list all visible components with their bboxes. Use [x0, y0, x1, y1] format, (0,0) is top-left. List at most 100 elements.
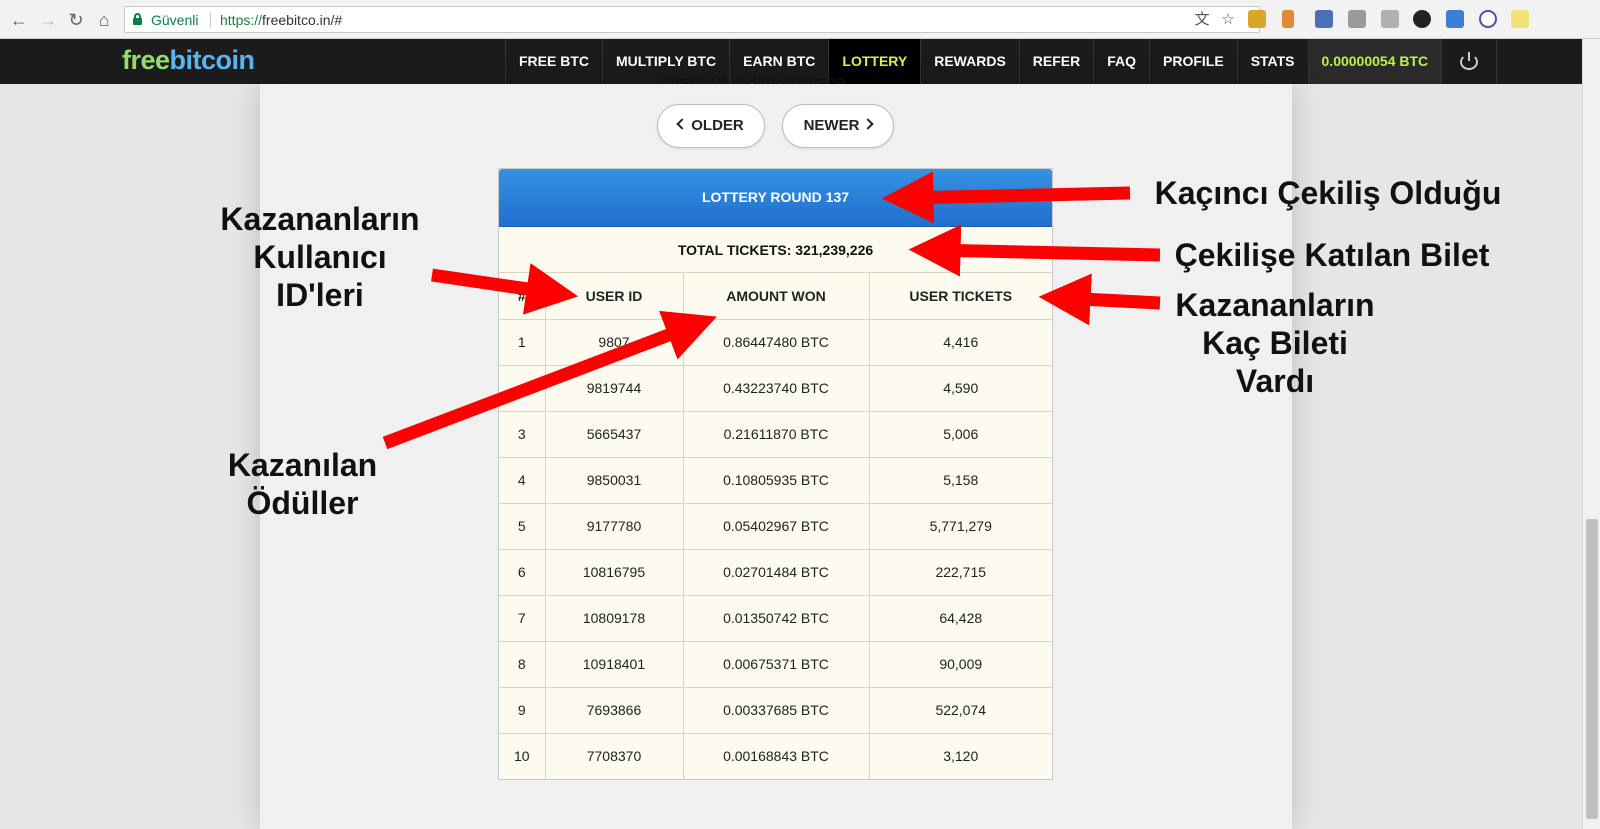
table-header-row: # USER ID AMOUNT WON USER TICKETS [499, 273, 1052, 320]
cell-user-id: 10816795 [545, 549, 684, 596]
cell-user-tickets: 522,074 [869, 687, 1052, 734]
extension-icon[interactable] [1511, 10, 1529, 28]
nav-refer[interactable]: REFER [1018, 39, 1093, 84]
annotation-user-ids: Kazananların Kullanıcı ID'leri [220, 201, 420, 313]
main-menu: FREE BTC MULTIPLY BTC EARN BTC LOTTERY R… [505, 39, 1498, 84]
cell-user-id: 10918401 [545, 641, 684, 688]
annotation-round: Kaçıncı Çekiliş Olduğu [1154, 175, 1502, 211]
cell-amount-won: 0.02701484 BTC [683, 549, 870, 596]
extension-icon[interactable] [1248, 10, 1266, 28]
table-row: 5 9177780 0.05402967 BTC 5,771,279 [499, 503, 1052, 550]
home-icon[interactable]: ⌂ [93, 9, 115, 31]
table-row: 9819744 0.43223740 BTC 4,590 [499, 365, 1052, 412]
col-user-tickets: USER TICKETS [869, 273, 1052, 320]
table-row: 10 7708370 0.00168843 BTC 3,120 [499, 733, 1052, 779]
older-button[interactable]: OLDER [657, 104, 765, 148]
cell-user-tickets: 5,771,279 [869, 503, 1052, 550]
scrollbar-thumb[interactable] [1586, 519, 1598, 819]
url-text[interactable]: https://freebitco.in/# [220, 12, 342, 28]
annotation-prizes: Kazanılan Ödüller [227, 447, 378, 521]
cell-amount-won: 0.00168843 BTC [683, 733, 870, 779]
cell-amount-won: 0.43223740 BTC [683, 365, 870, 412]
secure-label: Güvenli [151, 12, 199, 28]
omnibox-divider [210, 12, 211, 28]
page-scrollbar[interactable] [1582, 39, 1600, 829]
extension-icon[interactable] [1413, 10, 1431, 28]
cell-user-tickets: 4,590 [869, 365, 1052, 412]
balance-display[interactable]: 0.00000054 BTC [1307, 39, 1442, 84]
newer-button[interactable]: NEWER [782, 104, 894, 148]
nav-profile[interactable]: PROFILE [1149, 39, 1237, 84]
table-row: 9 7693866 0.00337685 BTC 522,074 [499, 687, 1052, 734]
nav-free-btc[interactable]: FREE BTC [505, 39, 602, 84]
cell-rank: 4 [499, 457, 546, 504]
cell-user-tickets: 3,120 [943, 748, 979, 765]
table-row: 4 9850031 0.10805935 BTC 5,158 [499, 457, 1052, 504]
cell-user-id: 9850031 [545, 457, 684, 504]
cell-rank: 3 [499, 411, 546, 458]
forward-icon[interactable]: → [37, 9, 59, 31]
table-row: 8 10918401 0.00675371 BTC 90,009 [499, 641, 1052, 688]
nav-stats[interactable]: STATS [1236, 39, 1308, 84]
cell-rank: 1 [499, 319, 546, 366]
col-rank: # [499, 273, 546, 320]
round-title: LOTTERY ROUND 137 [499, 169, 1052, 227]
extension-icon[interactable] [1282, 10, 1294, 28]
cell-rank: 9 [499, 687, 546, 734]
cell-user-tickets: 5,006 [869, 411, 1052, 458]
cell-rank: 5 [499, 503, 546, 550]
cell-amount-won: 0.86447480 BTC [683, 319, 870, 366]
cell-user-id: 7693866 [545, 687, 684, 734]
cell-rank: 10 [499, 733, 546, 779]
cell-user-id: 9177780 [545, 503, 684, 550]
cell-user-tickets: 222,715 [869, 549, 1052, 596]
cell-amount-won: 0.01350742 BTC [683, 595, 870, 642]
table-row: 6 10816795 0.02701484 BTC 222,715 [499, 549, 1052, 596]
extension-icon[interactable] [1348, 10, 1366, 28]
site-logo[interactable]: freebitcoin [122, 45, 255, 76]
annotation-total-tickets: Çekilişe Katılan Bilet [1174, 237, 1490, 273]
col-user-id: USER ID [545, 273, 684, 320]
translate-icon[interactable]: 文 [1193, 11, 1211, 29]
col-amount-won: AMOUNT WON [683, 273, 870, 320]
address-bar[interactable]: Güvenli https://freebitco.in/# 文 ☆ [124, 6, 1260, 33]
table-row: 1 9807 0.86447480 BTC 4,416 [499, 319, 1052, 366]
cell-user-tickets: 5,158 [869, 457, 1052, 504]
cell-amount-won: 0.21611870 BTC [683, 411, 870, 458]
chevron-left-icon [676, 118, 688, 130]
reload-icon[interactable]: ↻ [65, 9, 87, 31]
total-tickets: TOTAL TICKETS: 321,239,226 [499, 227, 1052, 273]
cell-amount-won: 0.00337685 BTC [683, 687, 870, 734]
annotation-winner-tickets: Kazananların Kaç Bileti Vardı [1175, 287, 1375, 399]
lock-icon [133, 13, 142, 25]
cell-user-id: 7708370 [545, 733, 684, 779]
lottery-results-table: LOTTERY ROUND 137 TOTAL TICKETS: 321,239… [498, 168, 1053, 780]
cell-user-id: 5665437 [545, 411, 684, 458]
cell-user-id: 9819744 [545, 365, 684, 412]
table-row: 7 10809178 0.01350742 BTC 64,428 [499, 595, 1052, 642]
extension-icon[interactable] [1446, 10, 1464, 28]
cell-user-tickets: 4,416 [869, 319, 1052, 366]
cell-user-id: 9807 [545, 319, 684, 366]
cell-rank [499, 365, 546, 412]
nav-faq[interactable]: FAQ [1093, 39, 1149, 84]
cell-user-tickets: 90,009 [869, 641, 1052, 688]
chevron-right-icon [862, 118, 875, 130]
extension-icon[interactable] [1315, 10, 1333, 28]
cell-amount-won: 0.00675371 BTC [683, 641, 870, 688]
extension-icon[interactable] [1479, 10, 1497, 28]
logout-button[interactable] [1441, 39, 1498, 84]
back-icon[interactable]: ← [8, 9, 30, 31]
cell-rank: 7 [499, 595, 546, 642]
cell-amount-won: 0.05402967 BTC [683, 503, 870, 550]
browser-toolbar: ← → ↻ ⌂ Güvenli https://freebitco.in/# 文… [0, 0, 1600, 39]
power-icon [1460, 52, 1479, 70]
nav-rewards[interactable]: REWARDS [920, 39, 1019, 84]
previous-winners-heading: PREVIOUS ROUND WINNERS [662, 78, 846, 87]
cell-user-tickets: 64,428 [869, 595, 1052, 642]
cell-rank: 6 [499, 549, 546, 596]
cell-rank: 8 [499, 641, 546, 688]
extension-icon[interactable] [1381, 10, 1399, 28]
bookmark-star-icon[interactable]: ☆ [1219, 11, 1237, 29]
cell-user-id: 10809178 [545, 595, 684, 642]
